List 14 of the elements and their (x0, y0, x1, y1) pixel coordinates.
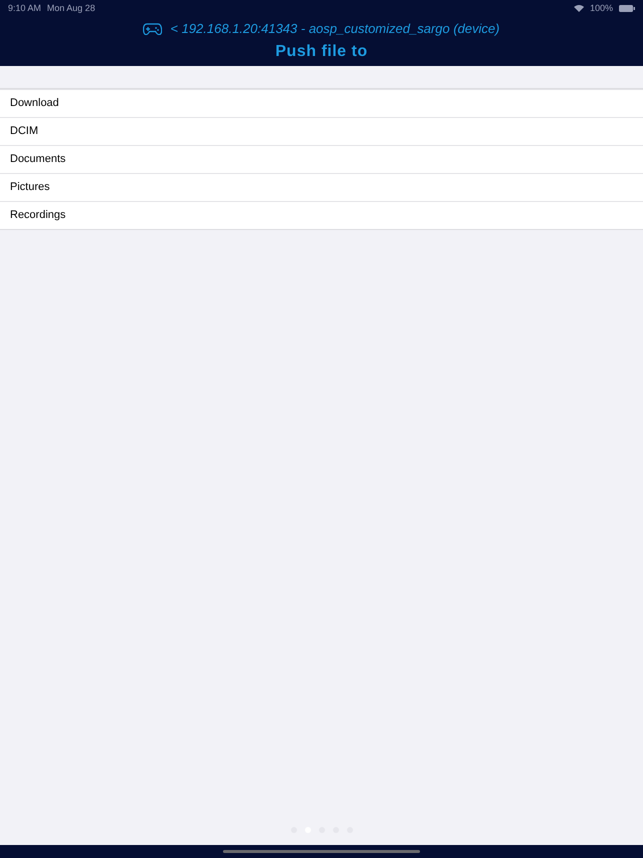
wifi-icon (574, 4, 584, 12)
device-label: < 192.168.1.20:41343 - aosp_customized_sargo (device) (170, 21, 500, 36)
status-date: Mon Aug 28 (47, 3, 96, 13)
battery-percent: 100% (590, 3, 613, 13)
folder-item[interactable]: DCIM (0, 117, 643, 145)
folder-item[interactable]: Download (0, 89, 643, 117)
battery-icon (619, 4, 635, 12)
folder-item[interactable]: Pictures (0, 173, 643, 201)
gamepad-icon (143, 22, 162, 34)
home-indicator[interactable] (223, 850, 420, 853)
page-title: Push file to (274, 42, 369, 62)
status-time: 9:10 AM (8, 3, 42, 13)
folder-item[interactable]: Recordings (0, 201, 643, 229)
folder-item[interactable]: Documents (0, 145, 643, 173)
